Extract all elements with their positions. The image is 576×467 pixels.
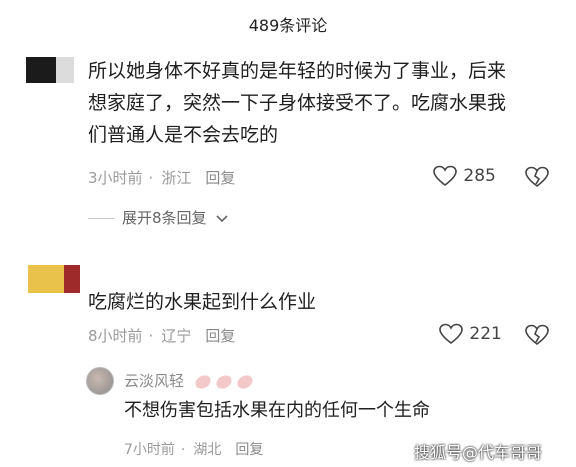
reply-text: 不想伤害包括水果在内的任何一个生命 — [124, 400, 430, 421]
comment-meta: 8小时前 · 辽宁 回复 — [88, 325, 235, 346]
badge-icon — [195, 374, 253, 389]
heart-icon — [433, 165, 457, 187]
expand-replies-button[interactable]: 展开8条回复 — [88, 207, 229, 228]
avatar[interactable] — [20, 55, 76, 85]
reply-time: 7小时前 — [124, 442, 175, 458]
like-count: 285 — [463, 166, 496, 186]
comment-location: 辽宁 — [161, 327, 192, 345]
reply-location: 湖北 — [193, 442, 222, 458]
avatar[interactable] — [20, 263, 80, 295]
divider — [88, 218, 114, 219]
chevron-down-icon — [216, 214, 228, 222]
meta-separator: · — [148, 327, 154, 345]
heart-icon — [439, 323, 463, 345]
reply-button[interactable]: 回复 — [235, 442, 263, 458]
comment-line: 们普通人是不会去吃的 — [88, 124, 279, 146]
like-button[interactable]: 285 — [432, 165, 496, 187]
reply-button[interactable]: 回复 — [205, 327, 235, 345]
like-button[interactable]: 221 — [438, 323, 502, 345]
watermark: 搜狐号@代车哥哥 — [414, 443, 543, 462]
reply-username[interactable]: 云淡风轻 — [124, 372, 184, 390]
comment-text: 所以她身体不好真的是年轻的时候为了事业，后来 想家庭了，突然一下子身体接受不了。… — [88, 55, 568, 151]
dislike-icon[interactable] — [524, 166, 550, 188]
reply-username-row: 云淡风轻 — [124, 370, 257, 391]
dislike-icon[interactable] — [524, 324, 550, 346]
comment-time: 8小时前 — [88, 327, 143, 345]
reply-meta: 7小时前 · 湖北 回复 — [124, 439, 263, 459]
meta-separator: · — [180, 442, 186, 458]
comment-line: 所以她身体不好真的是年轻的时候为了事业，后来 — [88, 60, 507, 82]
reply-avatar[interactable] — [86, 367, 114, 395]
comment-line: 想家庭了，突然一下子身体接受不了。吃腐水果我 — [88, 92, 507, 114]
comment-meta: 3小时前 · 浙江 回复 — [88, 167, 235, 188]
reply-button[interactable]: 回复 — [205, 169, 235, 187]
comment-time: 3小时前 — [88, 169, 143, 187]
comment-count-title: 489条评论 — [248, 16, 328, 35]
comment-location: 浙江 — [161, 169, 192, 187]
expand-label: 展开8条回复 — [122, 209, 207, 227]
meta-separator: · — [148, 169, 154, 187]
like-count: 221 — [469, 324, 502, 344]
comment-text: 吃腐烂的水果起到什么作业 — [88, 291, 317, 313]
